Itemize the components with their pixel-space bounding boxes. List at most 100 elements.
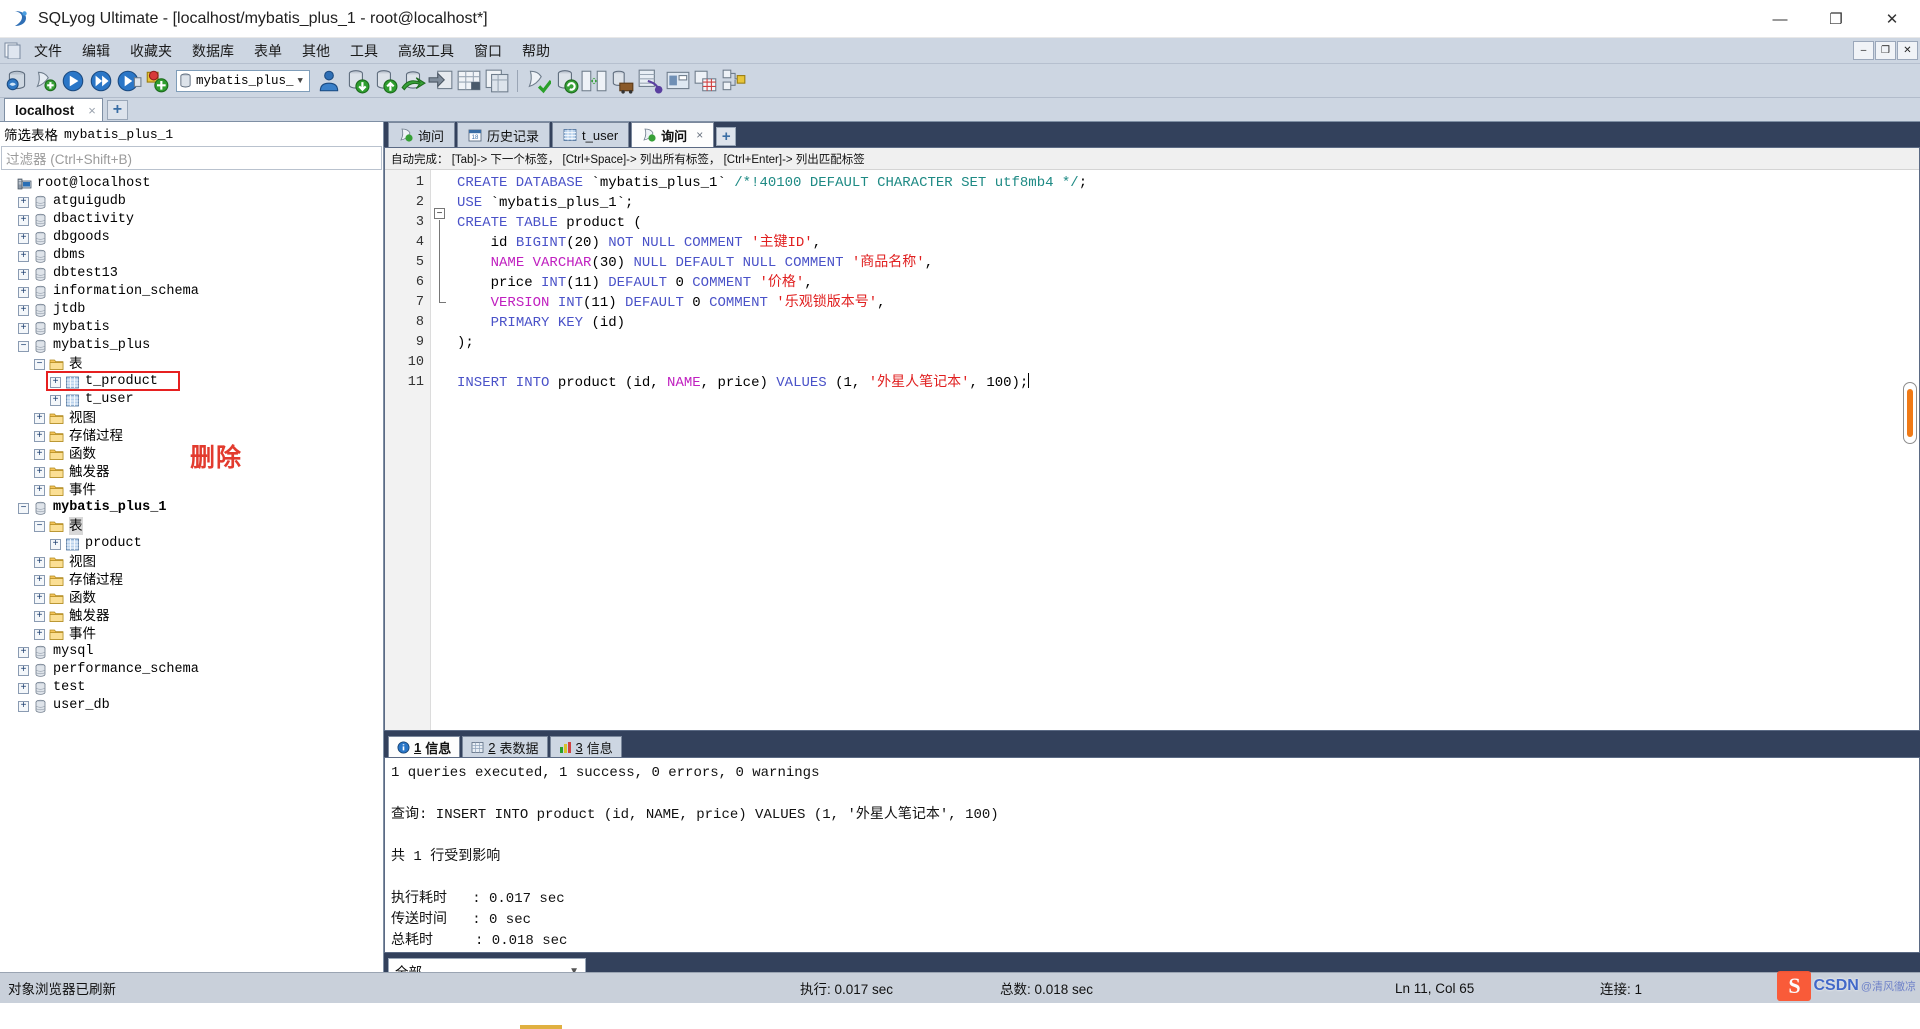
- tree-node-[interactable]: + 函数: [0, 445, 383, 463]
- expand-icon[interactable]: +: [18, 700, 29, 712]
- tree-node-[interactable]: + 触发器: [0, 463, 383, 481]
- code-area[interactable]: 1 2 3 4 5 6 7 8 9 10 11 − CREATE DATABASE `mybatis…: [385, 170, 1919, 730]
- expand-icon[interactable]: +: [50, 376, 61, 388]
- tree-node-user_db[interactable]: + user_db: [0, 697, 383, 715]
- expand-icon[interactable]: +: [34, 448, 45, 460]
- menu-tools[interactable]: 工具: [340, 38, 388, 64]
- menu-file[interactable]: 文件: [24, 38, 72, 64]
- menu-help[interactable]: 帮助: [512, 38, 560, 64]
- collapse-icon[interactable]: −: [34, 358, 45, 370]
- new-connection-icon[interactable]: [4, 68, 30, 94]
- tree-node-[interactable]: − 表: [0, 517, 383, 535]
- database-selector[interactable]: mybatis_plus_ ▼: [176, 69, 310, 92]
- tree-node-jtdb[interactable]: + jtdb: [0, 301, 383, 319]
- import-external-data-icon[interactable]: [400, 68, 426, 94]
- query-tab-2[interactable]: t_user: [552, 122, 630, 147]
- expand-icon[interactable]: +: [18, 286, 29, 298]
- tree-node-[interactable]: + 事件: [0, 625, 383, 643]
- tree-node-dbms[interactable]: + dbms: [0, 247, 383, 265]
- expand-icon[interactable]: +: [18, 304, 29, 316]
- query-tab-1[interactable]: 18 历史记录: [457, 122, 551, 147]
- expand-icon[interactable]: +: [18, 250, 29, 262]
- table-data-icon[interactable]: [456, 68, 482, 94]
- tree-node-[interactable]: + 函数: [0, 589, 383, 607]
- close-button[interactable]: ✕: [1864, 0, 1920, 38]
- data-sync-icon[interactable]: [693, 68, 719, 94]
- code-fold-column[interactable]: −: [431, 170, 449, 730]
- tree-node-test[interactable]: + test: [0, 679, 383, 697]
- check-syntax-icon[interactable]: [525, 68, 551, 94]
- expand-icon[interactable]: +: [34, 610, 45, 622]
- execute-all-queries-icon[interactable]: [88, 68, 114, 94]
- copy-table-icon[interactable]: [484, 68, 510, 94]
- expand-icon[interactable]: +: [18, 214, 29, 226]
- result-tab-3[interactable]: 3 信息: [549, 736, 622, 757]
- menu-favorites[interactable]: 收藏夹: [120, 38, 182, 64]
- query-tab-0[interactable]: 询问: [388, 122, 456, 147]
- user-manager-icon[interactable]: [316, 68, 342, 94]
- tree-node-performance_schema[interactable]: + performance_schema: [0, 661, 383, 679]
- tree-node-t_user[interactable]: + t_user: [0, 391, 383, 409]
- execute-current-query-icon[interactable]: [116, 68, 142, 94]
- query-tab-3[interactable]: 询问 ×: [631, 122, 715, 147]
- minimize-button[interactable]: —: [1752, 0, 1808, 38]
- expand-icon[interactable]: +: [34, 466, 45, 478]
- sql-code-text[interactable]: CREATE DATABASE `mybatis_plus_1` /*!4010…: [449, 170, 1919, 730]
- tree-node-dbactivity[interactable]: + dbactivity: [0, 211, 383, 229]
- close-icon[interactable]: ×: [88, 103, 96, 118]
- expand-icon[interactable]: +: [18, 322, 29, 334]
- new-query-icon[interactable]: [32, 68, 58, 94]
- expand-icon[interactable]: +: [34, 430, 45, 442]
- tree-node-[interactable]: + 事件: [0, 481, 383, 499]
- tree-node-[interactable]: + 视图: [0, 553, 383, 571]
- menu-table[interactable]: 表单: [244, 38, 292, 64]
- tree-node-rootlocalhost[interactable]: root@localhost: [0, 175, 383, 193]
- object-tree[interactable]: 删除 root@localhost + atguigudb + dbactivity + d…: [0, 172, 383, 972]
- expand-icon[interactable]: +: [18, 268, 29, 280]
- schema-designer-icon[interactable]: [637, 68, 663, 94]
- result-tab-2[interactable]: 2 表数据: [462, 736, 548, 757]
- tree-node-product[interactable]: + product: [0, 535, 383, 553]
- expand-icon[interactable]: +: [18, 664, 29, 676]
- menu-database[interactable]: 数据库: [182, 38, 244, 64]
- tree-node-[interactable]: + 视图: [0, 409, 383, 427]
- menu-window[interactable]: 窗口: [464, 38, 512, 64]
- mdi-restore-button[interactable]: ❐: [1875, 41, 1896, 60]
- editor-vertical-scrollbar[interactable]: [1903, 382, 1917, 444]
- menu-advanced-tools[interactable]: 高级工具: [388, 38, 464, 64]
- tree-node-t_product[interactable]: + t_product: [0, 371, 383, 391]
- expand-icon[interactable]: +: [18, 232, 29, 244]
- collapse-icon[interactable]: −: [34, 520, 45, 532]
- menu-edit[interactable]: 编辑: [72, 38, 120, 64]
- object-filter-input[interactable]: 过滤器 (Ctrl+Shift+B): [1, 146, 382, 170]
- sql-scheduler-icon[interactable]: [721, 68, 747, 94]
- tree-node-mybatis_plus_1[interactable]: − mybatis_plus_1: [0, 499, 383, 517]
- mdi-close-button[interactable]: ✕: [1897, 41, 1918, 60]
- expand-icon[interactable]: +: [18, 682, 29, 694]
- fold-collapse-icon[interactable]: −: [434, 208, 445, 219]
- tree-node-[interactable]: + 存储过程: [0, 427, 383, 445]
- collapse-icon[interactable]: −: [18, 340, 29, 352]
- expand-icon[interactable]: +: [50, 538, 61, 550]
- restore-database-icon[interactable]: [372, 68, 398, 94]
- menu-others[interactable]: 其他: [292, 38, 340, 64]
- backup-database-icon[interactable]: [344, 68, 370, 94]
- export-data-icon[interactable]: [428, 68, 454, 94]
- tree-node-atguigudb[interactable]: + atguigudb: [0, 193, 383, 211]
- expand-icon[interactable]: +: [34, 574, 45, 586]
- expand-icon[interactable]: +: [18, 196, 29, 208]
- scrollbar-thumb[interactable]: [1907, 389, 1913, 437]
- tree-node-[interactable]: + 触发器: [0, 607, 383, 625]
- mdi-minimize-button[interactable]: –: [1853, 41, 1874, 60]
- tree-node-dbtest13[interactable]: + dbtest13: [0, 265, 383, 283]
- collapse-icon[interactable]: −: [18, 502, 29, 514]
- maximize-button[interactable]: ❐: [1808, 0, 1864, 38]
- tree-node-dbgoods[interactable]: + dbgoods: [0, 229, 383, 247]
- migrate-database-icon[interactable]: [609, 68, 635, 94]
- tree-node-[interactable]: − 表: [0, 355, 383, 373]
- tree-node-information_schema[interactable]: + information_schema: [0, 283, 383, 301]
- expand-icon[interactable]: +: [34, 628, 45, 640]
- expand-icon[interactable]: +: [18, 646, 29, 658]
- expand-icon[interactable]: +: [34, 412, 45, 424]
- query-builder-icon[interactable]: [665, 68, 691, 94]
